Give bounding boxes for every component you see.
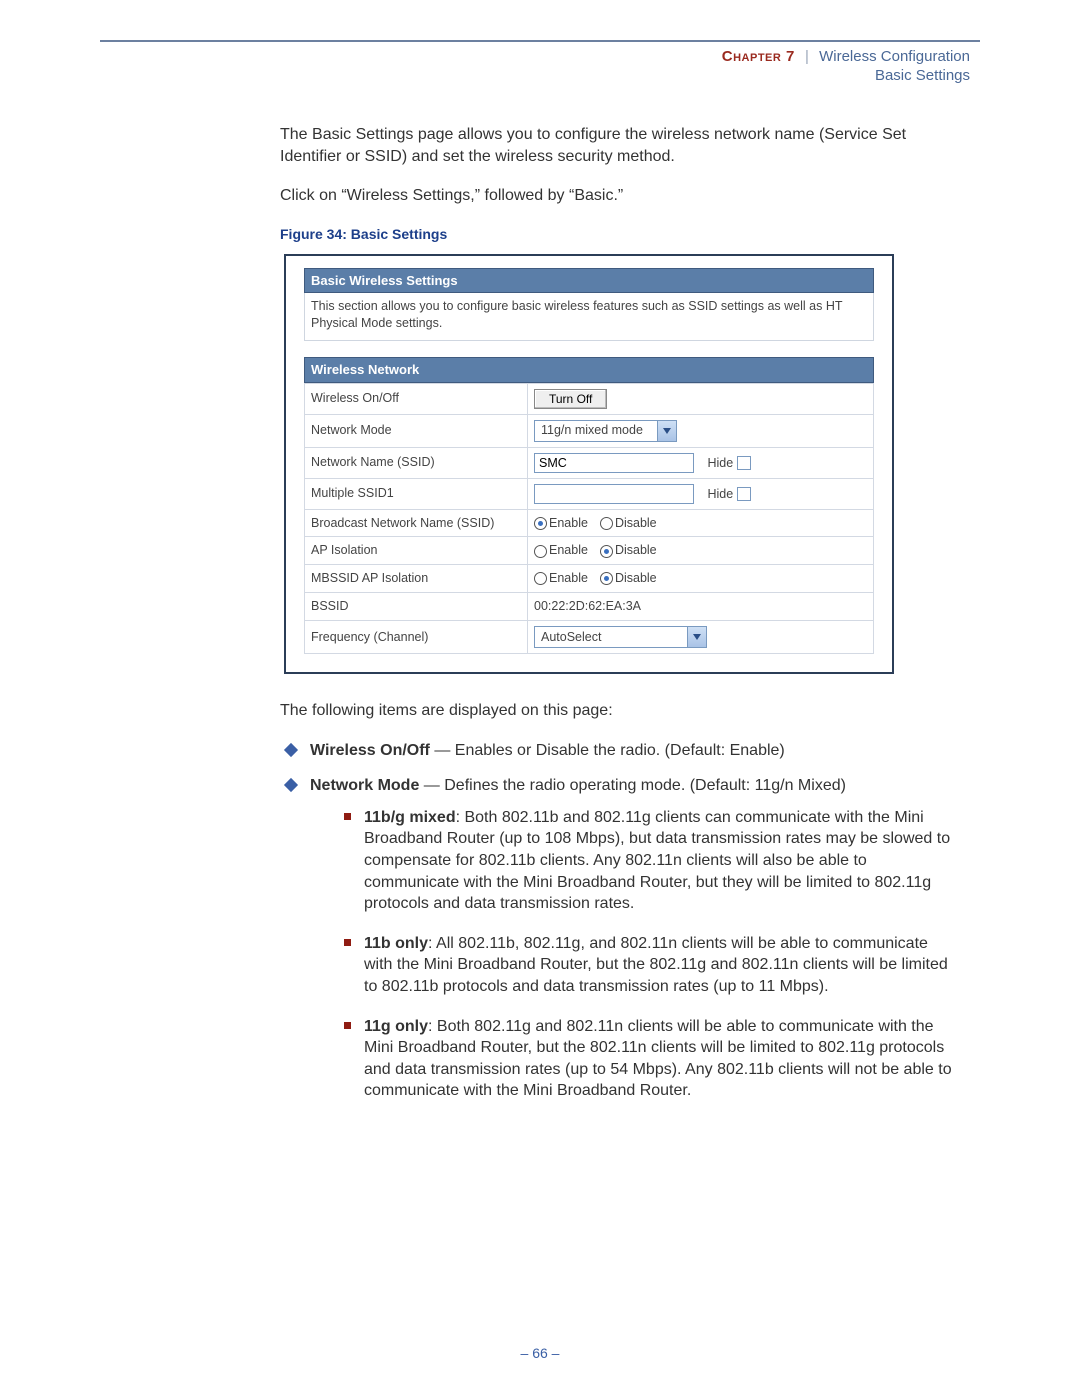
bullet-text: — Enables or Disable the radio. (Default… [430,742,785,759]
header-rule [100,40,980,42]
sub-term: 11g only [364,1018,428,1035]
header-subtitle: Basic Settings [100,67,970,84]
mssid1-input[interactable] [534,484,694,504]
sub-bullet-list: 11b/g mixed: Both 802.11b and 802.11g cl… [340,807,960,1102]
row-label: Network Mode [305,414,528,447]
bssid-value: 00:22:2D:62:EA:3A [528,593,874,621]
list-item: 11b/g mixed: Both 802.11b and 802.11g cl… [340,807,960,915]
enable-label: Enable [549,571,588,585]
figure-screenshot: Basic Wireless Settings This section all… [284,254,894,674]
enable-label: Enable [549,516,588,530]
page-number: – 66 – [0,1345,1080,1361]
items-intro: The following items are displayed on thi… [280,700,960,722]
intro-paragraph-1: The Basic Settings page allows you to co… [280,124,960,167]
select-value: 11g/n mixed mode [535,421,657,441]
page-header: Chapter 7 | Wireless Configuration Basic… [100,48,980,84]
network-mode-select[interactable]: 11g/n mixed mode [534,420,677,442]
disable-label: Disable [615,571,657,585]
hide-mssid1-checkbox[interactable] [737,487,751,501]
broadcast-disable-radio[interactable] [600,517,613,530]
row-label: BSSID [305,593,528,621]
primary-bullet-list: Wireless On/Off — Enables or Disable the… [280,740,960,1102]
ssid-input[interactable] [534,453,694,473]
row-label: Network Name (SSID) [305,447,528,478]
figure-caption: Figure 34: Basic Settings [280,225,960,244]
list-item: 11b only: All 802.11b, 802.11g, and 802.… [340,933,960,998]
row-label: Frequency (Channel) [305,621,528,654]
mbssid-enable-radio[interactable] [534,572,547,585]
chapter-title: Wireless Configuration [819,48,970,65]
select-value: AutoSelect [535,627,687,647]
mbssid-disable-radio[interactable] [600,572,613,585]
hide-ssid-checkbox[interactable] [737,456,751,470]
sub-text: : All 802.11b, 802.11g, and 802.11n clie… [364,935,948,995]
row-label: Wireless On/Off [305,383,528,414]
enable-label: Enable [549,543,588,557]
broadcast-enable-radio[interactable] [534,517,547,530]
row-label: Multiple SSID1 [305,478,528,509]
chapter-label: Chapter 7 [722,48,795,65]
frequency-select[interactable]: AutoSelect [534,626,707,648]
list-item: Wireless On/Off — Enables or Disable the… [280,740,960,762]
row-label: AP Isolation [305,537,528,565]
turn-off-button[interactable]: Turn Off [534,389,607,409]
row-label: MBSSID AP Isolation [305,565,528,593]
bullet-text: — Defines the radio operating mode. (Def… [419,777,846,794]
wireless-settings-table: Wireless On/Off Turn Off Network Mode 11… [304,383,874,655]
bullet-term: Wireless On/Off [310,742,430,759]
list-item: 11g only: Both 802.11g and 802.11n clien… [340,1016,960,1102]
row-label: Broadcast Network Name (SSID) [305,509,528,537]
panel-title: Basic Wireless Settings [304,268,874,294]
disable-label: Disable [615,543,657,557]
apiso-disable-radio[interactable] [600,545,613,558]
hide-label: Hide [707,455,733,472]
apiso-enable-radio[interactable] [534,545,547,558]
chevron-down-icon [657,421,676,441]
sub-text: : Both 802.11g and 802.11n clients will … [364,1018,952,1100]
panel-description: This section allows you to configure bas… [304,293,874,341]
sub-term: 11b only [364,935,428,952]
sub-term: 11b/g mixed [364,809,456,826]
list-item: Network Mode — Defines the radio operati… [280,775,960,1102]
hide-label: Hide [707,486,733,503]
section-title: Wireless Network [304,357,874,383]
bullet-term: Network Mode [310,777,419,794]
disable-label: Disable [615,516,657,530]
intro-paragraph-2: Click on “Wireless Settings,” followed b… [280,185,960,207]
chevron-down-icon [687,627,706,647]
header-divider: | [799,48,815,65]
